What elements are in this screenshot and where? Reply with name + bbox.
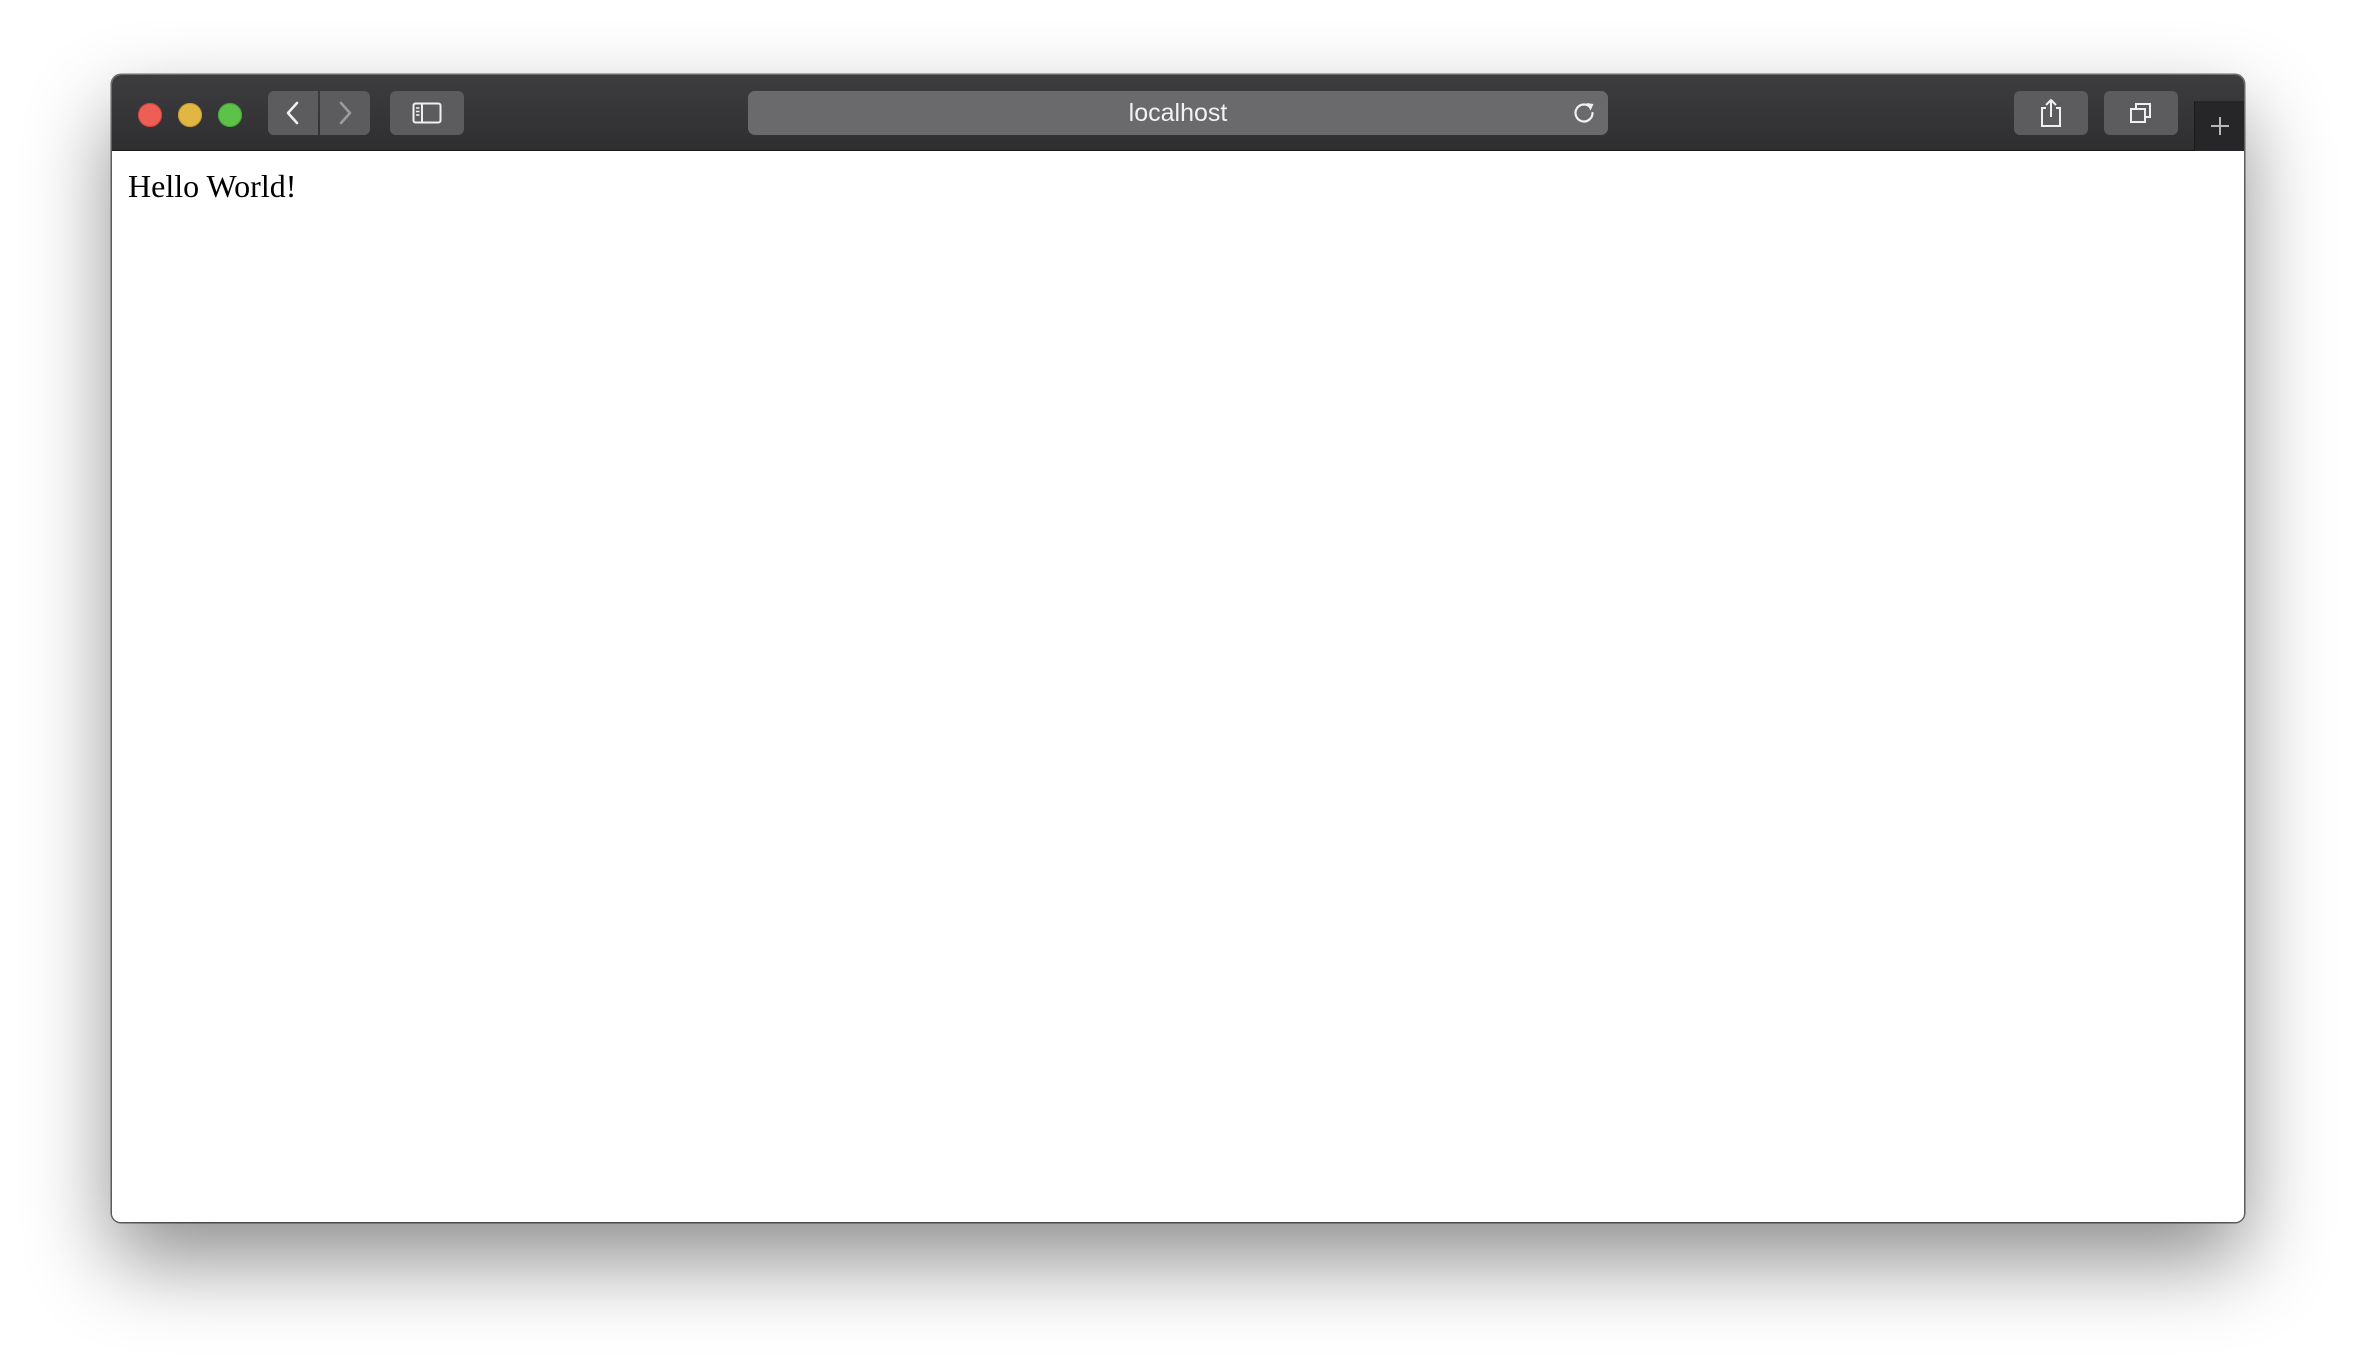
address-bar[interactable]: localhost — [748, 91, 1608, 135]
sidebar-icon — [412, 102, 442, 124]
navigation-buttons — [268, 91, 370, 135]
tab-overview-button[interactable] — [2104, 91, 2178, 135]
zoom-window-button[interactable] — [218, 103, 242, 127]
chevron-left-icon — [286, 101, 299, 125]
page-body-text: Hello World! — [128, 168, 297, 204]
tab-overview-icon — [2130, 103, 2151, 123]
forward-button[interactable] — [320, 91, 370, 135]
new-tab-button[interactable] — [2194, 101, 2244, 151]
desktop-background: localhost Hello World! — [0, 0, 2356, 1370]
share-icon — [2041, 99, 2061, 127]
reload-icon[interactable] — [1570, 99, 1598, 127]
browser-toolbar: localhost — [112, 75, 2244, 151]
page-content: Hello World! — [112, 151, 2244, 1222]
sidebar-button[interactable] — [390, 91, 464, 135]
plus-icon — [2210, 117, 2229, 135]
back-button[interactable] — [268, 91, 318, 135]
address-url: localhost — [1128, 99, 1228, 127]
close-window-button[interactable] — [138, 103, 162, 127]
browser-window: localhost Hello World! — [112, 75, 2244, 1222]
chevron-right-icon — [339, 101, 352, 125]
minimize-window-button[interactable] — [178, 103, 202, 127]
share-button[interactable] — [2014, 91, 2088, 135]
